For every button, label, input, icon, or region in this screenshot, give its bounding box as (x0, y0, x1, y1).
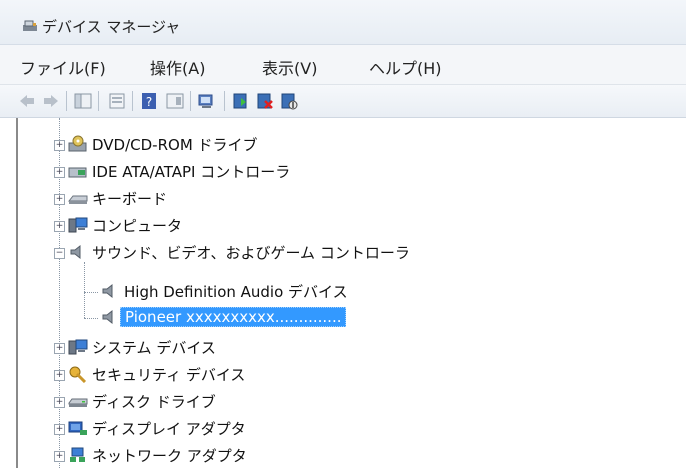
tree-item-label[interactable]: High Definition Audio デバイス (124, 281, 348, 302)
properties-icon[interactable] (108, 92, 126, 110)
expand-button[interactable]: + (54, 194, 65, 205)
expand-button[interactable]: + (54, 140, 65, 151)
tree-child-item-selected[interactable]: Pioneer xxxxxxxxxx.............. (18, 305, 686, 331)
menu-bar: ファイル(F) 操作(A) 表示(V) ヘルプ(H) (0, 45, 686, 85)
toolbar-separator (132, 91, 133, 111)
tree-item[interactable]: + システム デバイス (18, 335, 686, 361)
keyboard-icon (68, 195, 88, 204)
expand-button[interactable]: + (54, 167, 65, 178)
tree-item[interactable]: + キーボード (18, 186, 686, 212)
tree-item-label[interactable]: セキュリティ デバイス (92, 364, 245, 385)
security-device-icon (69, 366, 87, 383)
speaker-icon (70, 244, 81, 260)
expand-button[interactable]: + (54, 221, 65, 232)
device-manager-icon (23, 20, 37, 31)
expand-button[interactable]: + (54, 343, 65, 354)
tree-item[interactable]: + ディスク ドライブ (18, 389, 686, 415)
tree-item-label[interactable]: IDE ATA/ATAPI コントローラ (92, 161, 290, 182)
help-icon[interactable]: ? (140, 92, 158, 110)
show-hide-pane-icon[interactable] (166, 92, 184, 110)
title-bar: デバイス マネージャ (0, 0, 686, 45)
uninstall-device-icon[interactable] (256, 92, 274, 110)
display-adapter-icon (68, 421, 87, 435)
update-driver-icon[interactable] (232, 92, 250, 110)
forward-arrow-icon[interactable] (42, 92, 60, 110)
tree-item[interactable]: + DVD/CD-ROM ドライブ (18, 132, 686, 158)
menu-view[interactable]: 表示(V) (262, 55, 317, 79)
device-tree: + DVD/CD-ROM ドライブ + IDE ATA/ATAPI コントローラ… (16, 118, 686, 468)
menu-action[interactable]: 操作(A) (150, 55, 205, 79)
network-adapter-icon (70, 447, 85, 462)
computer-icon (68, 217, 88, 233)
toolbar-separator (98, 91, 99, 111)
system-device-icon (68, 339, 88, 355)
tree-item-label[interactable]: ディスク ドライブ (92, 391, 216, 412)
toolbar-separator (224, 91, 225, 111)
disk-drive-icon (68, 398, 88, 407)
speaker-icon (102, 309, 113, 325)
tree-item[interactable]: + ネットワーク アダプタ (18, 443, 686, 469)
dvd-drive-icon (68, 135, 87, 152)
tree-item-label[interactable]: ネットワーク アダプタ (92, 445, 247, 466)
toolbar-separator (66, 91, 67, 111)
tree-item-label[interactable]: キーボード (92, 188, 167, 209)
toolbar: ? (0, 85, 686, 118)
tree-item[interactable]: + ディスプレイ アダプタ (18, 416, 686, 442)
tree-child-item[interactable]: High Definition Audio デバイス (18, 279, 686, 305)
menu-file[interactable]: ファイル(F) (20, 55, 106, 79)
tree-item-label[interactable]: Pioneer xxxxxxxxxx.............. (120, 307, 347, 327)
console-tree-icon[interactable] (74, 92, 92, 110)
expand-button[interactable]: + (54, 451, 65, 462)
window-title: デバイス マネージャ (42, 18, 181, 36)
expand-button[interactable]: + (54, 424, 65, 435)
disable-device-icon[interactable] (280, 92, 298, 110)
menu-help[interactable]: ヘルプ(H) (369, 55, 442, 79)
svg-text:?: ? (146, 95, 152, 109)
tree-item[interactable]: + コンピュータ (18, 213, 686, 239)
tree-item-label[interactable]: システム デバイス (92, 337, 216, 358)
ide-controller-icon (68, 167, 87, 178)
tree-item-label[interactable]: コンピュータ (92, 215, 182, 236)
tree-item-label[interactable]: DVD/CD-ROM ドライブ (92, 134, 258, 155)
tree-item-label[interactable]: ディスプレイ アダプタ (92, 418, 246, 439)
speaker-icon (102, 283, 113, 299)
tree-item[interactable]: + セキュリティ デバイス (18, 362, 686, 388)
expand-button[interactable]: + (54, 370, 65, 381)
scan-hardware-icon[interactable] (198, 92, 216, 110)
tree-item[interactable]: + IDE ATA/ATAPI コントローラ (18, 159, 686, 185)
collapse-button[interactable]: − (54, 248, 65, 259)
expand-button[interactable]: + (54, 397, 65, 408)
toolbar-separator (190, 91, 191, 111)
back-arrow-icon[interactable] (18, 92, 36, 110)
tree-item-label[interactable]: サウンド、ビデオ、およびゲーム コントローラ (92, 242, 410, 263)
tree-item-expanded[interactable]: − サウンド、ビデオ、およびゲーム コントローラ (18, 240, 686, 266)
